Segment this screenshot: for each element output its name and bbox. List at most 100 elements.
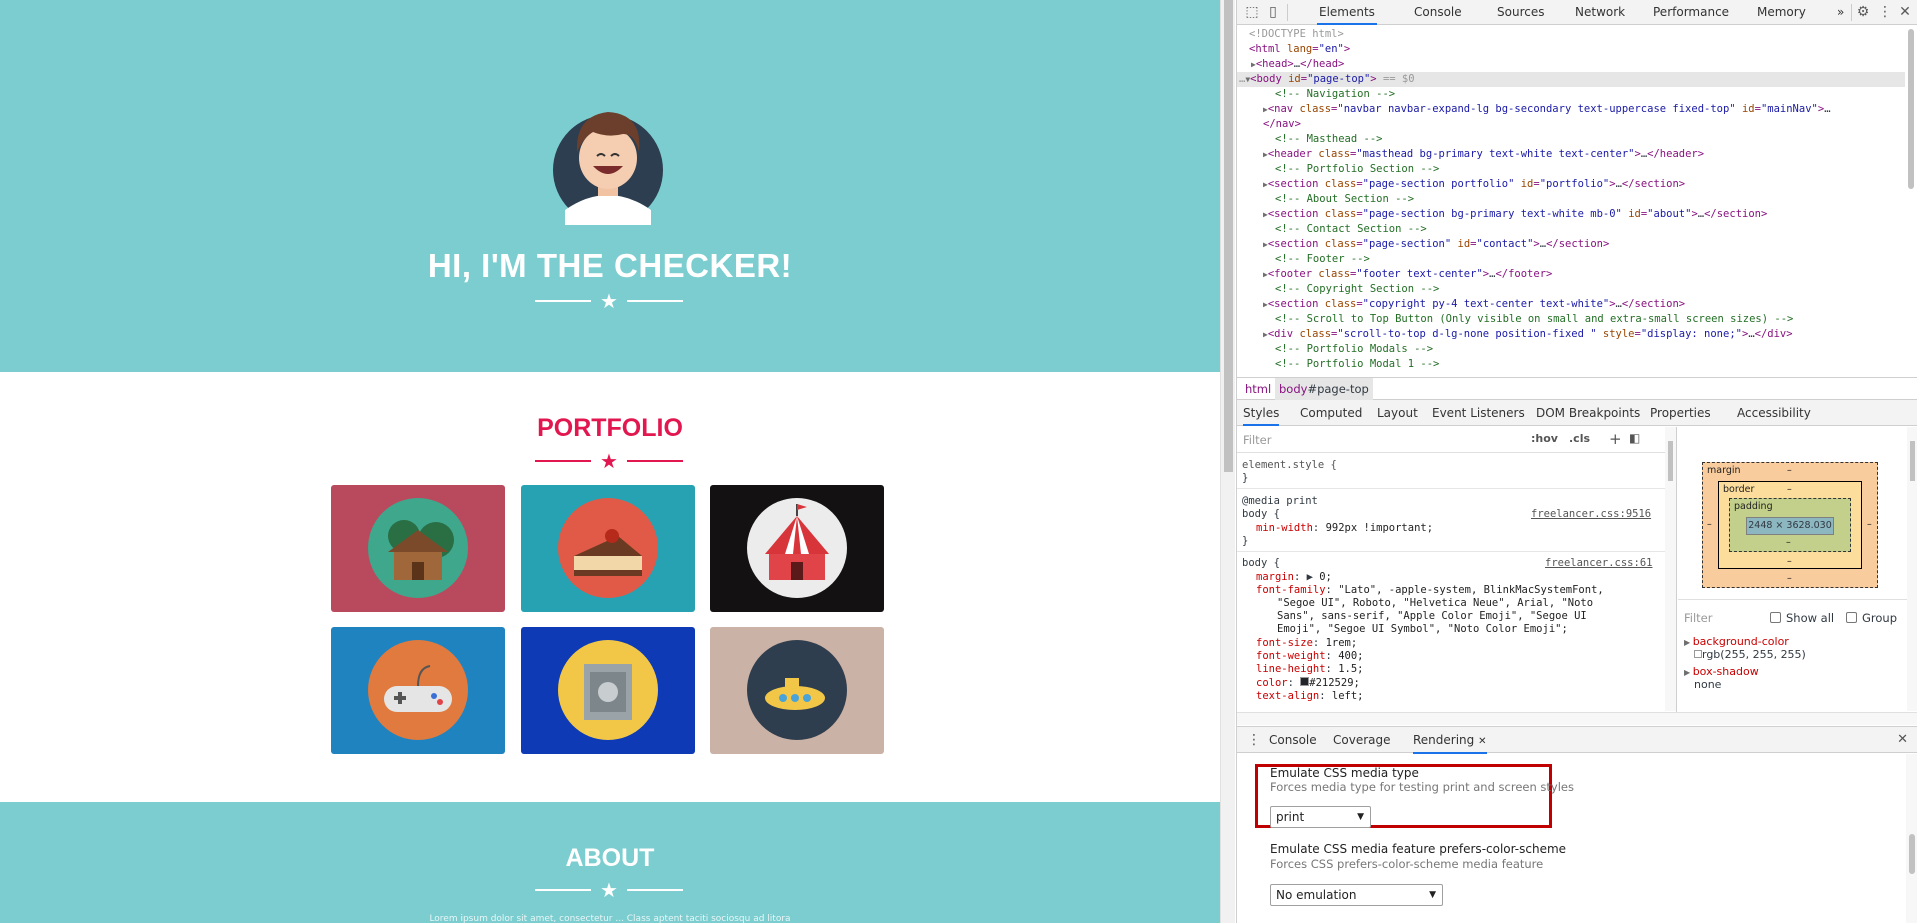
show-all-checkbox[interactable] <box>1770 612 1781 623</box>
settings-gear-icon[interactable]: ⚙ <box>1854 4 1872 21</box>
tab-dom-breakpoints[interactable]: DOM Breakpoints <box>1536 400 1640 426</box>
portfolio-item-game[interactable] <box>331 627 505 754</box>
css-declaration[interactable]: font-family: "Lato", -apple-system, Blin… <box>1256 584 1604 597</box>
box-model-padding[interactable]: padding – 2448 × 3628.030 <box>1729 498 1851 552</box>
drawer-menu-icon[interactable]: ⋮ <box>1247 727 1261 753</box>
close-tab-icon[interactable]: ✕ <box>1478 736 1486 747</box>
dom-line-body-selected[interactable]: …▼<body id="page-top"> == $0 <box>1237 72 1905 87</box>
cabin-icon <box>368 498 468 598</box>
styles-scrollbar[interactable] <box>1665 427 1676 711</box>
computed-property[interactable]: ▶ box-shadow <box>1684 665 1759 678</box>
portfolio-item-submarine[interactable] <box>710 627 884 754</box>
dom-line-nav-end[interactable]: </nav> <box>1237 117 1905 132</box>
tab-styles[interactable]: Styles <box>1243 400 1280 426</box>
body-selector[interactable]: body { <box>1242 508 1280 521</box>
drawer-tab-coverage[interactable]: Coverage <box>1333 727 1391 754</box>
dom-comment[interactable]: <!-- Navigation --> <box>1237 87 1905 102</box>
dom-comment[interactable]: <!-- Portfolio Modal 1 --> <box>1237 357 1905 372</box>
close-devtools-icon[interactable]: ✕ <box>1896 4 1914 21</box>
breadcrumb-body[interactable]: body#page-top <box>1275 378 1373 400</box>
dom-line-section-contact[interactable]: ▶<section class="page-section" id="conta… <box>1237 237 1905 252</box>
box-model-border[interactable]: border – – padding – 2448 × 3628.030 <box>1718 481 1862 569</box>
body-selector[interactable]: body { <box>1242 557 1280 570</box>
css-declaration[interactable]: margin: ▶ 0; <box>1256 571 1332 584</box>
tab-accessibility[interactable]: Accessibility <box>1737 400 1811 426</box>
portfolio-title: PORTFOLIO <box>537 414 683 442</box>
toggle-sidebar-icon[interactable]: ◧ <box>1629 431 1640 445</box>
rendering-scrollbar[interactable] <box>1906 754 1917 923</box>
css-declaration[interactable]: text-align: left; <box>1256 690 1363 703</box>
tab-elements[interactable]: Elements <box>1317 0 1377 25</box>
css-declaration[interactable]: color: #212529; <box>1256 677 1360 690</box>
inspect-element-icon[interactable]: ⬚ <box>1243 4 1261 21</box>
element-style-rule[interactable]: element.style { <box>1242 459 1337 472</box>
more-tabs-button[interactable]: » <box>1835 0 1846 25</box>
media-type-select[interactable]: print ▼ <box>1270 806 1371 828</box>
computed-scrollbar[interactable] <box>1907 427 1917 711</box>
source-link[interactable]: freelancer.css:9516 <box>1531 508 1651 521</box>
dom-line-footer[interactable]: ▶<footer class="footer text-center">…</f… <box>1237 267 1905 282</box>
tab-sources[interactable]: Sources <box>1495 0 1546 25</box>
dom-line-nav[interactable]: ▶<nav class="navbar navbar-expand-lg bg-… <box>1237 102 1905 117</box>
tab-properties[interactable]: Properties <box>1650 400 1711 426</box>
more-options-icon[interactable]: ⋮ <box>1876 4 1894 21</box>
dom-line-section-portfolio[interactable]: ▶<section class="page-section portfolio"… <box>1237 177 1905 192</box>
portfolio-item-cabin[interactable] <box>331 485 505 612</box>
cls-toggle[interactable]: .cls <box>1569 432 1590 445</box>
css-declaration[interactable]: min-width: 992px !important; <box>1256 522 1433 535</box>
page-scrollbar[interactable] <box>1220 0 1235 923</box>
dom-line-scroll-div[interactable]: ▶<div class="scroll-to-top d-lg-none pos… <box>1237 327 1905 342</box>
tab-network[interactable]: Network <box>1573 0 1627 25</box>
dom-comment[interactable]: <!-- Contact Section --> <box>1237 222 1905 237</box>
color-swatch[interactable] <box>1300 677 1310 686</box>
portfolio-item-circus[interactable] <box>710 485 884 612</box>
dom-comment[interactable]: <!-- Portfolio Section --> <box>1237 162 1905 177</box>
tab-memory[interactable]: Memory <box>1755 0 1808 25</box>
dom-line-html[interactable]: <html lang="en"> <box>1237 42 1905 57</box>
styles-horizontal-scrollbar[interactable] <box>1237 712 1917 725</box>
css-declaration[interactable]: font-size: 1rem; <box>1256 637 1357 650</box>
computed-filter-input[interactable]: Filter <box>1684 611 1712 625</box>
box-model-margin[interactable]: margin – – – – border – – padding – 2448… <box>1702 462 1878 588</box>
dom-line-section-copyright[interactable]: ▶<section class="copyright py-4 text-cen… <box>1237 297 1905 312</box>
about-title: ABOUT <box>565 844 655 872</box>
close-drawer-icon[interactable]: ✕ <box>1897 727 1908 753</box>
breadcrumb-html[interactable]: html <box>1241 378 1275 400</box>
styles-filter-input[interactable]: Filter <box>1243 433 1271 447</box>
tab-computed[interactable]: Computed <box>1300 400 1362 426</box>
tab-performance[interactable]: Performance <box>1651 0 1731 25</box>
star-icon: ★ <box>600 878 618 902</box>
portfolio-item-safe[interactable] <box>521 627 695 754</box>
css-declaration[interactable]: line-height: 1.5; <box>1256 663 1364 676</box>
dom-comment[interactable]: <!-- Masthead --> <box>1237 132 1905 147</box>
dom-line-header[interactable]: ▶<header class="masthead bg-primary text… <box>1237 147 1905 162</box>
tab-event-listeners[interactable]: Event Listeners <box>1432 400 1525 426</box>
dom-comment[interactable]: <!-- Portfolio Modals --> <box>1237 342 1905 357</box>
dropdown-arrow-icon: ▼ <box>1357 812 1364 822</box>
dom-scrollbar[interactable] <box>1905 25 1917 377</box>
portfolio-divider: ★ <box>535 451 683 471</box>
dom-comment[interactable]: <!-- Scroll to Top Button (Only visible … <box>1237 312 1905 327</box>
add-rule-icon[interactable]: + <box>1609 430 1622 448</box>
computed-property[interactable]: ▶ background-color <box>1684 635 1789 648</box>
dom-line-doctype[interactable]: <!DOCTYPE html> <box>1237 27 1905 42</box>
tab-layout[interactable]: Layout <box>1377 400 1418 426</box>
dom-comment[interactable]: <!-- About Section --> <box>1237 192 1905 207</box>
dom-line-head[interactable]: ▶<head>…</head> <box>1237 57 1905 72</box>
css-declaration[interactable]: font-weight: 400; <box>1256 650 1364 663</box>
hov-toggle[interactable]: :hov <box>1531 432 1558 445</box>
hero-divider: ★ <box>535 291 683 311</box>
tab-console[interactable]: Console <box>1412 0 1464 25</box>
dom-comment[interactable]: <!-- Footer --> <box>1237 252 1905 267</box>
portfolio-item-cake[interactable] <box>521 485 695 612</box>
color-scheme-select[interactable]: No emulation ▼ <box>1270 884 1443 906</box>
drawer-tab-console[interactable]: Console <box>1269 727 1317 754</box>
device-toolbar-icon[interactable]: ▯ <box>1264 4 1282 21</box>
group-checkbox[interactable] <box>1846 612 1857 623</box>
dom-comment[interactable]: <!-- Copyright Section --> <box>1237 282 1905 297</box>
source-link[interactable]: freelancer.css:61 <box>1545 557 1652 570</box>
dom-line-section-about[interactable]: ▶<section class="page-section bg-primary… <box>1237 207 1905 222</box>
breadcrumb: html body#page-top <box>1237 377 1917 400</box>
drawer-tab-rendering[interactable]: Rendering ✕ <box>1413 727 1487 754</box>
box-model-content[interactable]: 2448 × 3628.030 <box>1746 517 1834 535</box>
